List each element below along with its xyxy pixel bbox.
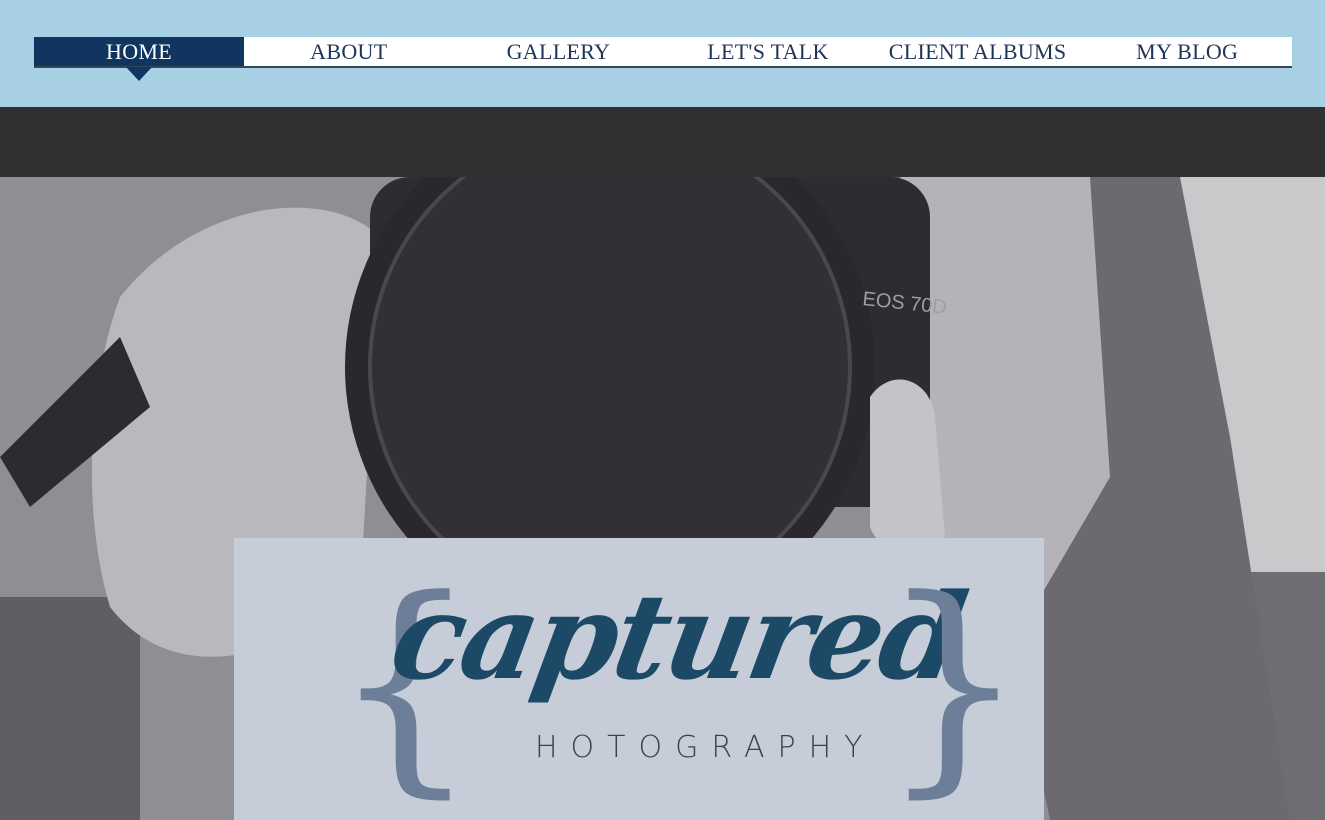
logo-subtitle: HOTOGRAPHY [535, 730, 876, 765]
logo-script-text: captured [381, 567, 974, 706]
nav-item-gallery[interactable]: GALLERY [454, 37, 664, 66]
dark-strip [0, 107, 1325, 177]
nav-item-client-albums[interactable]: CLIENT ALBUMS [873, 37, 1083, 66]
nav-item-lets-talk[interactable]: LET'S TALK [663, 37, 873, 66]
nav-item-about[interactable]: ABOUT [244, 37, 454, 66]
locker-left [0, 597, 140, 820]
nav-item-home[interactable]: HOME [34, 37, 244, 66]
logo-brace-right: } [880, 551, 1027, 818]
nav-item-my-blog[interactable]: MY BLOG [1082, 37, 1292, 66]
main-nav: HOME ABOUT GALLERY LET'S TALK CLIENT ALB… [34, 37, 1292, 68]
